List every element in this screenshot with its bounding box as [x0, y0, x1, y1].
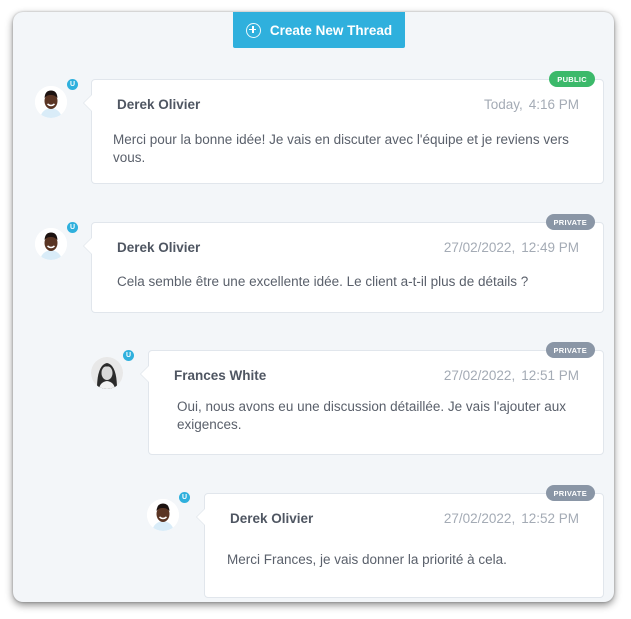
- create-new-thread-label: Create New Thread: [269, 22, 393, 38]
- timestamp: 27/02/2022, 12:52 PM: [444, 511, 579, 526]
- avatar[interactable]: [35, 228, 67, 260]
- thread-card: PRIVATE Derek Olivier 27/02/2022, 12:52 P…: [196, 485, 604, 598]
- timestamp-time: 4:16 PM: [528, 97, 579, 112]
- create-new-thread-button[interactable]: Create New Thread: [233, 12, 405, 48]
- derek-avatar-icon: [147, 499, 179, 531]
- thread-panel: Create New Thread U PUBLIC Derek Olivier…: [13, 12, 614, 602]
- author-name[interactable]: Frances White: [174, 368, 266, 383]
- visibility-tag: PRIVATE: [545, 485, 595, 501]
- user-badge: U: [179, 492, 190, 503]
- visibility-tag: PUBLIC: [549, 71, 595, 87]
- user-badge: U: [67, 222, 78, 233]
- avatar[interactable]: [147, 499, 179, 531]
- frances-avatar-icon: [91, 357, 123, 389]
- author-name[interactable]: Derek Olivier: [117, 240, 200, 255]
- avatar[interactable]: [91, 357, 123, 389]
- thread-card: PUBLIC Derek Olivier Today, 4:16 PM Merci…: [83, 71, 604, 184]
- timestamp-date: 27/02/2022,: [443, 240, 516, 255]
- timestamp: 27/02/2022, 12:51 PM: [444, 368, 579, 383]
- author-name[interactable]: Derek Olivier: [117, 97, 200, 112]
- timestamp-date: 27/02/2022,: [443, 368, 516, 383]
- author-name[interactable]: Derek Olivier: [230, 511, 313, 526]
- avatar[interactable]: [35, 86, 67, 118]
- timestamp: 27/02/2022, 12:49 PM: [444, 240, 579, 255]
- timestamp: Today, 4:16 PM: [484, 97, 579, 112]
- timestamp-time: 12:49 PM: [521, 240, 579, 255]
- thread-card: PRIVATE Frances White 27/02/2022, 12:51 P…: [140, 342, 604, 455]
- message-text: Cela semble être une excellente idée. Le…: [117, 274, 529, 289]
- derek-avatar-icon: [35, 86, 67, 118]
- message-text: Merci pour la bonne idée! Je vais en dis…: [113, 132, 569, 165]
- message-text: Oui, nous avons eu une discussion détail…: [177, 399, 567, 432]
- message-text: Merci Frances, je vais donner la priorit…: [227, 552, 507, 567]
- timestamp-time: 12:51 PM: [521, 368, 579, 383]
- visibility-tag: PRIVATE: [545, 214, 595, 230]
- visibility-tag: PRIVATE: [545, 342, 595, 358]
- timestamp-date: 27/02/2022,: [443, 511, 516, 526]
- plus-circle-icon: [245, 22, 261, 38]
- derek-avatar-icon: [35, 228, 67, 260]
- user-badge: U: [67, 79, 78, 90]
- thread-card: PRIVATE Derek Olivier 27/02/2022, 12:49 P…: [83, 214, 604, 313]
- timestamp-date: Today,: [483, 97, 523, 112]
- user-badge: U: [123, 350, 134, 361]
- timestamp-time: 12:52 PM: [521, 511, 579, 526]
